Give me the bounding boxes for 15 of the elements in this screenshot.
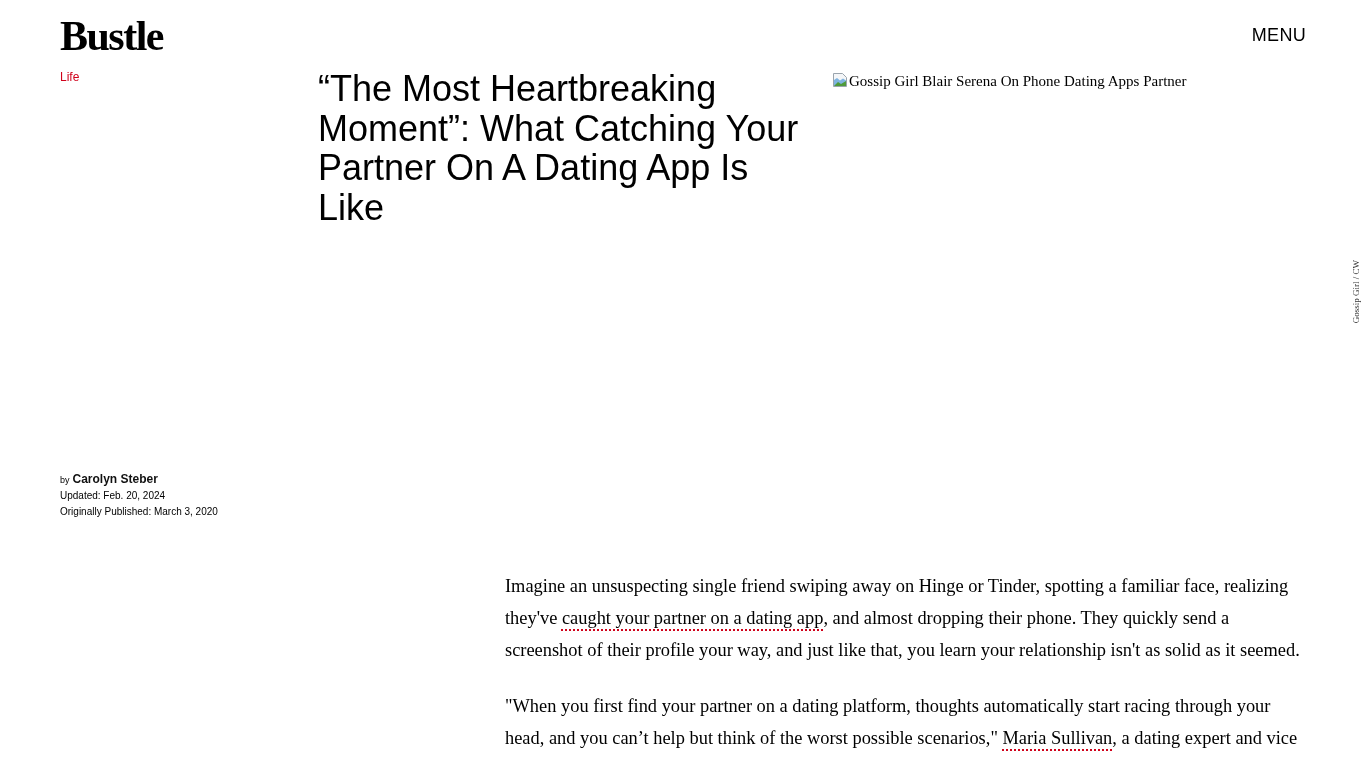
author-link[interactable]: Carolyn Steber — [72, 471, 158, 487]
article-link[interactable]: caught your partner on a dating app — [561, 608, 824, 628]
byline-prefix: by — [60, 474, 70, 487]
article-link[interactable]: Maria Sullivan — [1002, 728, 1113, 748]
menu-button[interactable]: MENU — [1251, 24, 1306, 46]
updated-date: Updated: Feb. 20, 2024 — [60, 489, 166, 503]
body-paragraph: "When you first find your partner on a dating platform, thoughts automatically start racing through your head, and you can’t help but think of the worst possible scenarios," Maria Sullivan, a dating expert and vice — [505, 695, 1299, 750]
broken-image-icon — [832, 72, 848, 88]
article-title: “The Most Heartbreaking Moment”: What Catching Your Partner On A Dating App Is Like — [318, 69, 800, 227]
published-date: Originally Published: March 3, 2020 — [60, 505, 218, 519]
site-logo[interactable]: Bustle — [60, 14, 163, 58]
photo-credit: Gossip Girl / CW — [1351, 260, 1362, 324]
category-link[interactable]: Life — [60, 69, 80, 85]
body-paragraph: Imagine an unsuspecting single friend swiping away on Hinge or Tinder, spotting a familiar face, realizing they've caught your partner on a dating app, and almost dropping their phone. They quickly send a screenshot of their profile your way, and just like that, you learn your relationship isn't as solid as it seemed. — [505, 575, 1301, 662]
image-alt-text: Gossip Girl Blair Serena On Phone Dating Apps Partner — [849, 72, 1187, 90]
